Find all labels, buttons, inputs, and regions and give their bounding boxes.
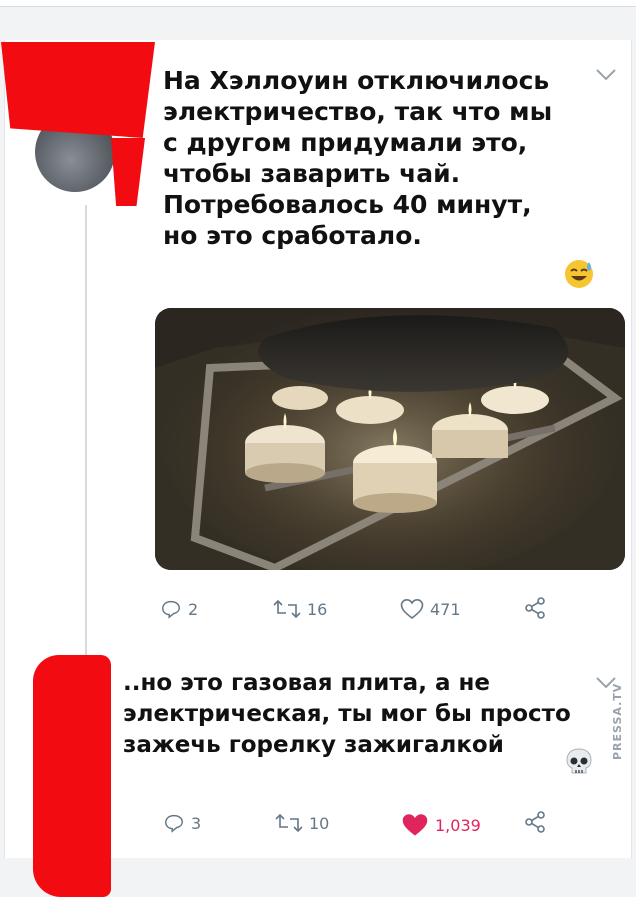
- watermark: PRESSA.TV: [611, 682, 624, 760]
- retweet-count: 16: [307, 599, 328, 619]
- heart-icon: [400, 598, 424, 620]
- redaction-mark: [33, 655, 111, 897]
- chevron-down-icon[interactable]: [595, 68, 617, 82]
- sweat-smile-emoji: [565, 260, 593, 288]
- like-button[interactable]: 471: [400, 598, 461, 620]
- reply-button[interactable]: 3: [163, 812, 201, 834]
- like-count: 1,039: [435, 815, 481, 835]
- share-icon: [525, 597, 545, 619]
- retweet-button[interactable]: 16: [273, 598, 327, 620]
- reply-count: 2: [188, 599, 199, 619]
- share-button[interactable]: [523, 596, 547, 620]
- candles-under-kettle-photo[interactable]: [155, 308, 625, 570]
- share-button[interactable]: [523, 810, 547, 834]
- tweet-text: На Хэллоуин отключилось электричество, т…: [163, 66, 553, 250]
- like-count: 471: [430, 599, 461, 619]
- reply-icon: [162, 600, 180, 619]
- retweet-icon: [273, 599, 301, 619]
- retweet-icon: [275, 813, 303, 833]
- tweet-text: ..но это газовая плита, а не электрическ…: [123, 670, 571, 758]
- tweet-photo-image: [155, 308, 625, 570]
- reply-button[interactable]: 2: [160, 598, 198, 620]
- retweet-count: 10: [309, 813, 330, 833]
- redaction-mark: [111, 138, 145, 206]
- share-icon: [525, 811, 545, 833]
- tweet-thread-card: На Хэллоуин отключилось электричество, т…: [1, 40, 632, 897]
- reply-count: 3: [191, 813, 202, 833]
- redaction-mark: [1, 42, 155, 138]
- retweet-button[interactable]: 10: [275, 812, 329, 834]
- page-top-bar: [0, 0, 636, 7]
- like-button[interactable]: 1,039: [401, 812, 481, 838]
- heart-filled-icon: [402, 814, 428, 836]
- reply-icon: [165, 814, 183, 833]
- skull-emoji: [566, 748, 592, 774]
